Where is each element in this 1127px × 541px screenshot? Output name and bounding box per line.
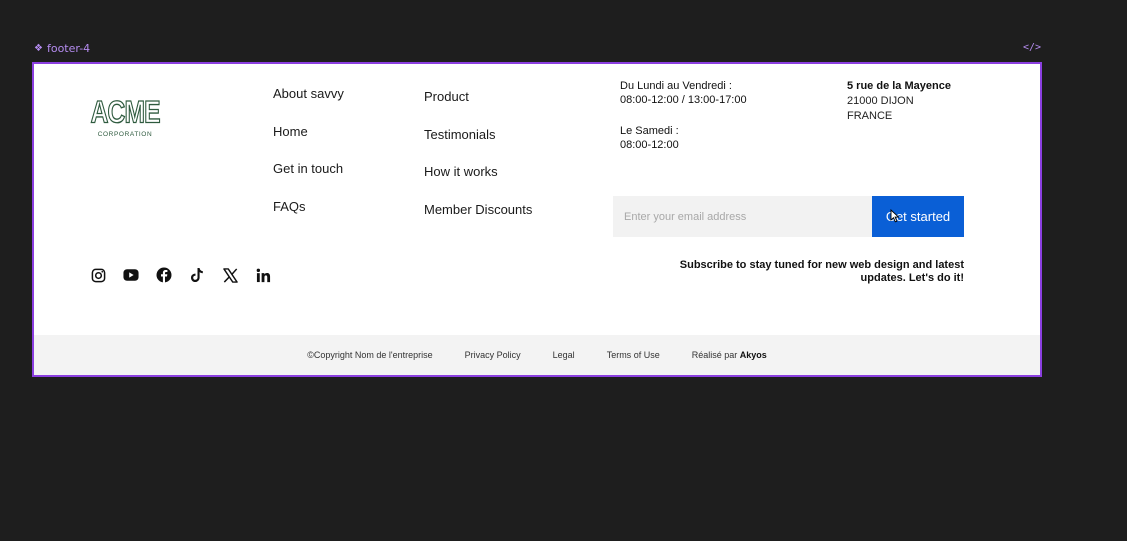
logo[interactable]: ACME CORPORATION (90, 95, 161, 142)
footer-bottom-bar: ©Copyright Nom de l'entreprise Privacy P… (34, 335, 1040, 375)
weekday-time: 08:00-12:00 / 13:00-17:00 (620, 94, 747, 106)
saturday-label: Le Samedi : (620, 125, 679, 137)
privacy-policy-link[interactable]: Privacy Policy (465, 350, 521, 360)
nav-link-member-discounts[interactable]: Member Discounts (424, 200, 532, 238)
nav-link-testimonials[interactable]: Testimonials (424, 125, 532, 163)
subscribe-tagline: Subscribe to stay tuned for new web desi… (679, 259, 964, 284)
frame-label-text: footer-4 (46, 42, 91, 55)
get-started-button[interactable]: Get started (872, 196, 964, 237)
mouse-cursor-icon (890, 209, 900, 223)
terms-link[interactable]: Terms of Use (607, 350, 660, 360)
nav-link-product[interactable]: Product (424, 87, 532, 125)
logo-subtitle: CORPORATION (97, 131, 153, 138)
nav-link-how-it-works[interactable]: How it works (424, 162, 532, 200)
social-links (90, 267, 271, 283)
email-field[interactable] (613, 196, 872, 237)
instagram-icon[interactable] (90, 267, 106, 283)
credit-prefix: Réalisé par (691, 350, 740, 360)
nav-link-contact[interactable]: Get in touch (273, 159, 344, 197)
code-toggle-icon[interactable]: </> (1023, 42, 1041, 53)
footer: ACME CORPORATION About savvy Home Get in… (32, 62, 1042, 377)
opening-hours: Du Lundi au Vendredi : 08:00-12:00 / 13:… (620, 79, 747, 169)
nav-link-faqs[interactable]: FAQs (273, 197, 344, 235)
credit-name[interactable]: Akyos (740, 350, 767, 360)
footer-nav-secondary: Product Testimonials How it works Member… (424, 87, 532, 238)
credit: Réalisé par Akyos (692, 350, 767, 360)
component-icon: ❖ (34, 43, 43, 54)
subscribe-form: Get started (613, 196, 964, 237)
frame-label[interactable]: ❖ footer-4 (34, 42, 90, 55)
weekday-label: Du Lundi au Vendredi : (620, 80, 732, 92)
linkedin-icon[interactable] (255, 267, 271, 283)
logo-wordmark: ACME (90, 95, 161, 130)
address-street: 5 rue de la Mayence (847, 80, 951, 92)
saturday-time: 08:00-12:00 (620, 139, 679, 151)
youtube-icon[interactable] (123, 267, 139, 283)
x-icon[interactable] (222, 267, 238, 283)
legal-link[interactable]: Legal (553, 350, 575, 360)
address-country: FRANCE (847, 110, 893, 122)
facebook-icon[interactable] (156, 267, 172, 283)
nav-link-about[interactable]: About savvy (273, 84, 344, 122)
nav-link-home[interactable]: Home (273, 122, 344, 160)
address-city: 21000 DIJON (847, 95, 914, 107)
tiktok-icon[interactable] (189, 267, 205, 283)
address: 5 rue de la Mayence 21000 DIJON FRANCE (847, 79, 951, 124)
footer-nav-primary: About savvy Home Get in touch FAQs (273, 84, 344, 235)
copyright-text: ©Copyright Nom de l'entreprise (307, 350, 433, 360)
